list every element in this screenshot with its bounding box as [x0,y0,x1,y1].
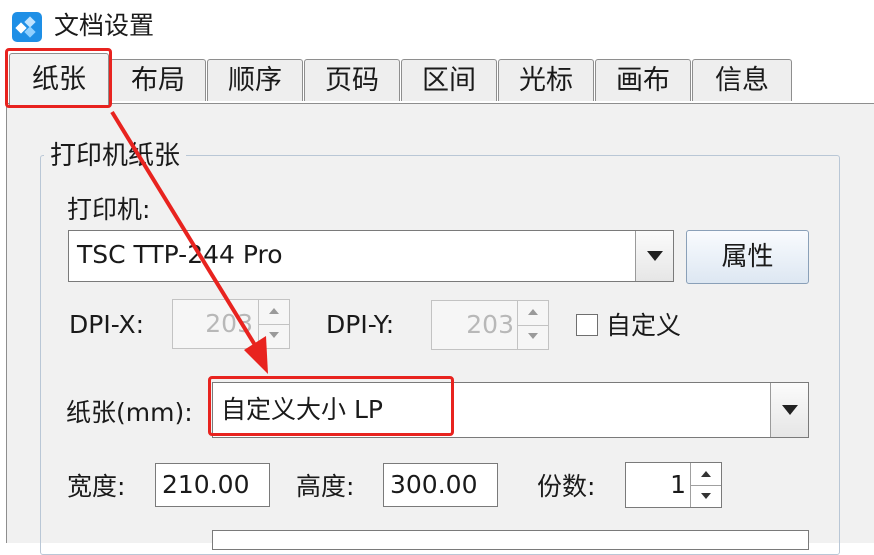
spin-up-icon[interactable] [518,301,548,326]
dpi-y-value: 203 [466,310,514,339]
tab-page-number[interactable]: 页码 [304,59,400,101]
tab-range[interactable]: 区间 [401,59,497,101]
printer-label: 打印机: [67,195,151,224]
tab-canvas[interactable]: 画布 [595,59,691,101]
app-logo-icon [12,12,42,42]
height-input[interactable]: 300.00 [383,463,498,507]
height-label: 高度: [296,472,355,501]
chevron-down-icon[interactable] [635,231,673,281]
custom-dpi-label: 自定义 [606,311,682,340]
dpi-x-value: 203 [205,309,253,338]
title-bar: 文档设置 [0,0,874,53]
printer-select[interactable]: TSC TTP-244 Pro [68,230,674,282]
paper-size-select[interactable]: 自定义大小 LP [212,382,809,438]
chevron-down-icon[interactable] [770,383,808,437]
next-field-partial[interactable] [212,530,809,550]
custom-dpi-checkbox[interactable] [576,314,598,336]
tab-layout[interactable]: 布局 [110,59,206,101]
spin-down-icon[interactable] [518,325,548,349]
printer-select-value: TSC TTP-244 Pro [77,240,283,269]
dpi-x-spin-buttons [258,300,289,348]
copies-spinner[interactable]: 1 [625,462,722,508]
spin-down-icon[interactable] [259,324,289,348]
properties-button[interactable]: 属性 [686,230,809,284]
paper-size-value: 自定义大小 LP [221,395,383,424]
group-title: 打印机纸张 [44,138,187,174]
copies-label: 份数: [537,472,596,501]
spin-up-icon[interactable] [691,463,721,486]
paper-label: 纸张(mm): [66,398,193,427]
copies-value: 1 [670,470,686,499]
tab-cursor[interactable]: 光标 [498,59,594,101]
spin-up-icon[interactable] [259,300,289,325]
dpi-y-label: DPI-Y: [326,310,395,339]
tab-order[interactable]: 顺序 [207,59,303,101]
dpi-y-spinner[interactable]: 203 [431,300,549,350]
window-title: 文档设置 [54,11,155,40]
tab-paper[interactable]: 纸张 [9,53,109,105]
width-input[interactable]: 210.00 [155,463,270,507]
dpi-x-spinner[interactable]: 203 [172,299,290,349]
spin-down-icon[interactable] [691,485,721,509]
dpi-y-spin-buttons [517,301,548,349]
width-label: 宽度: [67,472,126,501]
tab-info[interactable]: 信息 [692,59,792,101]
copies-spin-buttons [690,463,721,507]
dpi-x-label: DPI-X: [69,310,145,339]
